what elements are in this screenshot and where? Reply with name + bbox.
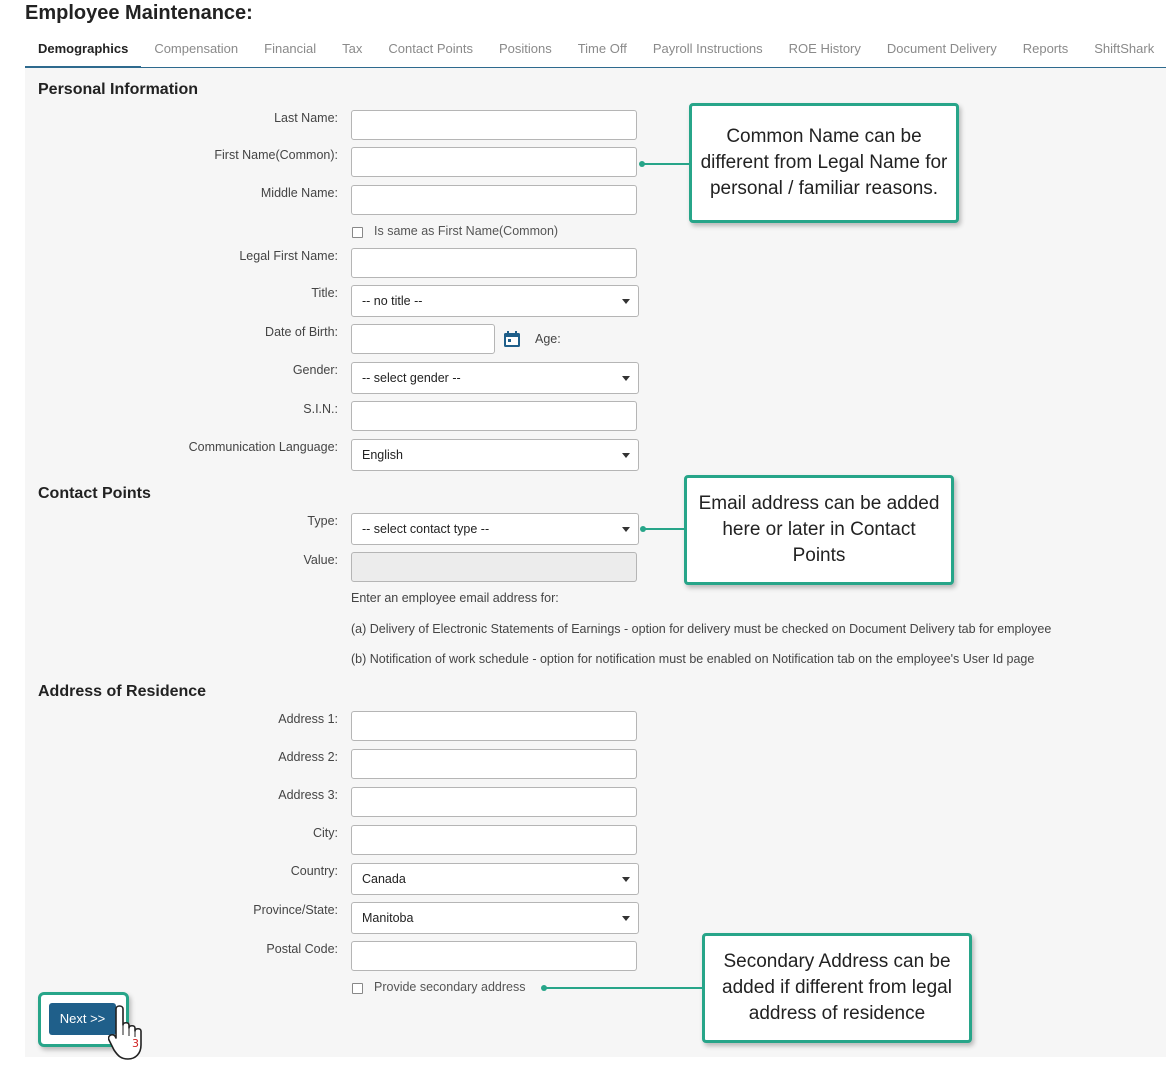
address-2-input[interactable] [351, 749, 637, 779]
contact-value-input [351, 552, 637, 582]
middle-name-input[interactable] [351, 185, 637, 215]
address-3-input[interactable] [351, 787, 637, 817]
communication-language-label: Communication Language: [188, 440, 338, 454]
sin-input[interactable] [351, 401, 637, 431]
tab-contact-points[interactable]: Contact Points [375, 32, 486, 66]
city-input[interactable] [351, 825, 637, 855]
email-connector [644, 528, 686, 530]
contact-type-label: Type: [307, 514, 338, 528]
province-label: Province/State: [253, 903, 338, 917]
tab-roe-history[interactable]: ROE History [776, 32, 874, 66]
middle-name-label: Middle Name: [260, 186, 338, 200]
tab-financial[interactable]: Financial [251, 32, 329, 66]
address-1-label: Address 1: [278, 712, 338, 726]
same-as-first-name-checkbox[interactable] [352, 227, 363, 238]
email-help-a: (a) Delivery of Electronic Statements of… [351, 622, 1052, 636]
click-step-number: 3 [132, 1037, 139, 1050]
legal-first-name-label: Legal First Name: [239, 249, 338, 263]
communication-language-value: English [362, 448, 403, 462]
dropdown-caret-icon [622, 527, 630, 532]
tab-shiftshark[interactable]: ShiftShark [1081, 32, 1167, 66]
tab-payroll-instructions[interactable]: Payroll Instructions [640, 32, 776, 66]
address-1-input[interactable] [351, 711, 637, 741]
hand-pointer-icon: 3 [108, 1005, 142, 1060]
gender-label: Gender: [292, 363, 338, 377]
dropdown-caret-icon [622, 299, 630, 304]
next-button[interactable]: Next >> [49, 1003, 116, 1035]
secondary-address-connector [545, 987, 704, 989]
secondary-address-checkbox[interactable] [352, 983, 363, 994]
title-select-value: -- no title -- [362, 294, 423, 308]
address-2-label: Address 2: [278, 750, 338, 764]
city-label: City: [313, 826, 338, 840]
tab-tax[interactable]: Tax [329, 32, 375, 66]
gender-select-value: -- select gender -- [362, 371, 461, 385]
province-select-value: Manitoba [362, 911, 414, 925]
address-3-label: Address 3: [278, 788, 338, 802]
tab-demographics[interactable]: Demographics [25, 32, 142, 68]
postal-code-input[interactable] [351, 941, 637, 971]
contact-type-select[interactable]: -- select contact type -- [351, 513, 639, 545]
contact-value-label: Value: [303, 553, 338, 567]
postal-code-label: Postal Code: [266, 942, 338, 956]
secondary-address-label: Provide secondary address [374, 980, 526, 994]
country-label: Country: [290, 864, 338, 878]
age-label: Age: [535, 332, 561, 346]
tab-reports[interactable]: Reports [1010, 32, 1082, 66]
last-name-input[interactable] [351, 110, 637, 140]
tab-document-delivery[interactable]: Document Delivery [874, 32, 1010, 66]
demographics-form: Personal Information Last Name: First Na… [25, 68, 1166, 1057]
calendar-icon[interactable] [503, 330, 521, 348]
date-of-birth-input[interactable] [351, 324, 495, 354]
legal-first-name-input[interactable] [351, 248, 637, 278]
same-as-first-name-label: Is same as First Name(Common) [374, 224, 559, 238]
country-select[interactable]: Canada [351, 863, 639, 895]
common-name-connector [643, 163, 691, 165]
dropdown-caret-icon [622, 877, 630, 882]
tab-bar: Demographics Compensation Financial Tax … [25, 32, 1166, 68]
secondary-address-connector-dot [541, 985, 547, 991]
country-select-value: Canada [362, 872, 406, 886]
dropdown-caret-icon [622, 376, 630, 381]
common-name-callout: Common Name can be different from Legal … [689, 103, 959, 223]
title-select[interactable]: -- no title -- [351, 285, 639, 317]
communication-language-select[interactable]: English [351, 439, 639, 471]
email-connector-dot [640, 526, 646, 532]
tab-compensation[interactable]: Compensation [141, 32, 251, 66]
date-of-birth-label: Date of Birth: [265, 325, 338, 339]
email-callout: Email address can be added here or later… [684, 475, 954, 585]
first-name-label: First Name(Common): [214, 148, 338, 162]
province-select[interactable]: Manitoba [351, 902, 639, 934]
last-name-label: Last Name: [274, 111, 338, 125]
secondary-address-callout: Secondary Address can be added if differ… [702, 933, 972, 1043]
first-name-input[interactable] [351, 147, 637, 177]
email-help-b: (b) Notification of work schedule - opti… [351, 652, 1035, 666]
tab-positions[interactable]: Positions [486, 32, 565, 66]
address-of-residence-heading: Address of Residence [38, 683, 207, 700]
dropdown-caret-icon [622, 453, 630, 458]
gender-select[interactable]: -- select gender -- [351, 362, 639, 394]
page-title: Employee Maintenance: [25, 2, 253, 24]
title-label: Title: [311, 286, 338, 300]
tab-time-off[interactable]: Time Off [565, 32, 640, 66]
personal-information-heading: Personal Information [38, 81, 199, 98]
sin-label: S.I.N.: [303, 402, 338, 416]
common-name-connector-dot [639, 161, 645, 167]
contact-type-value: -- select contact type -- [362, 522, 490, 536]
contact-points-heading: Contact Points [38, 485, 151, 502]
dropdown-caret-icon [622, 916, 630, 921]
email-help-intro: Enter an employee email address for: [351, 591, 559, 605]
